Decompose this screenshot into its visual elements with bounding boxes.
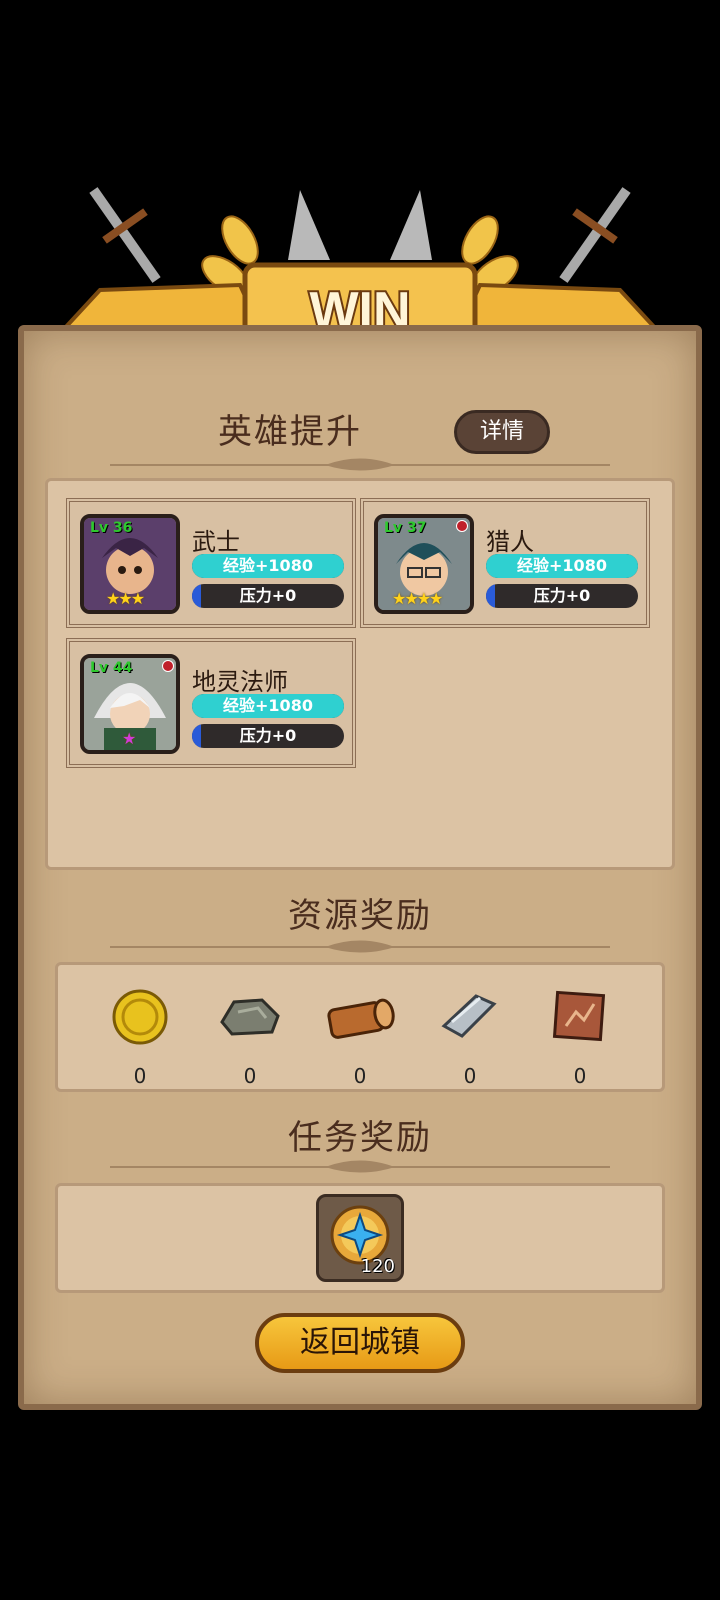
resource-count: 0 (243, 1064, 257, 1088)
reward-quantity: 120 (360, 1256, 395, 1277)
pressure-bar: 压力+0 (192, 584, 344, 608)
resource-rewards-title: 资源奖励 (288, 896, 432, 936)
return-to-town-button[interactable]: 返回城镇 (255, 1313, 465, 1373)
section-divider (110, 1160, 610, 1173)
star-rating: ★★★★ (392, 589, 443, 608)
right-sword-icon (559, 187, 631, 283)
hero-portrait: Lv 44 ★ (80, 654, 180, 754)
hero-portrait: Lv 36 ★★★ (80, 514, 180, 614)
hero-name: 地灵法师 (192, 668, 288, 696)
exp-bar: 经验+1080 (192, 554, 344, 578)
exp-bar: 经验+1080 (486, 554, 638, 578)
stone-icon (220, 998, 280, 1036)
gold-coin-icon (112, 989, 168, 1045)
resource-iron: 0 (430, 982, 510, 1088)
leather-icon (552, 990, 606, 1042)
detail-button[interactable]: 详情 (454, 410, 550, 454)
resource-leather: 0 (540, 982, 620, 1088)
resource-wood: 0 (320, 982, 400, 1088)
hero-upgrade-title: 英雄提升 (218, 412, 362, 452)
star-rating: ★ (122, 729, 136, 748)
notification-dot (456, 520, 468, 532)
resource-count: 0 (353, 1064, 367, 1088)
star-rating: ★★★ (106, 589, 145, 608)
hero-level: Lv 37 (384, 520, 427, 536)
hero-card-geomancer[interactable]: Lv 44 ★ 地灵法师 经验+1080 压力+0 (66, 638, 356, 768)
hero-portrait: Lv 37 ★★★★ (374, 514, 474, 614)
pressure-bar: 压力+0 (486, 584, 638, 608)
section-divider (110, 458, 610, 471)
task-reward-item[interactable]: 120 (316, 1194, 404, 1282)
resource-count: 0 (573, 1064, 587, 1088)
hero-name: 猎人 (486, 528, 534, 556)
task-rewards-title: 任务奖励 (288, 1118, 432, 1158)
hero-level: Lv 44 (90, 660, 133, 676)
exp-bar: 经验+1080 (192, 694, 344, 718)
resource-stone: 0 (210, 982, 290, 1088)
section-divider (110, 940, 610, 953)
hero-name: 武士 (192, 528, 240, 556)
hero-card-hunter[interactable]: Lv 37 ★★★★ 猎人 经验+1080 压力+0 (360, 498, 650, 628)
left-sword-icon (89, 187, 161, 283)
resource-count: 0 (463, 1064, 477, 1088)
notification-dot (162, 660, 174, 672)
hero-level: Lv 36 (90, 520, 133, 536)
wood-log-icon (327, 998, 395, 1039)
iron-ingot-icon (441, 994, 497, 1038)
hero-card-samurai[interactable]: Lv 36 ★★★ 武士 经验+1080 压力+0 (66, 498, 356, 628)
resource-gold: 0 (100, 982, 180, 1088)
pressure-bar: 压力+0 (192, 724, 344, 748)
resource-count: 0 (133, 1064, 147, 1088)
